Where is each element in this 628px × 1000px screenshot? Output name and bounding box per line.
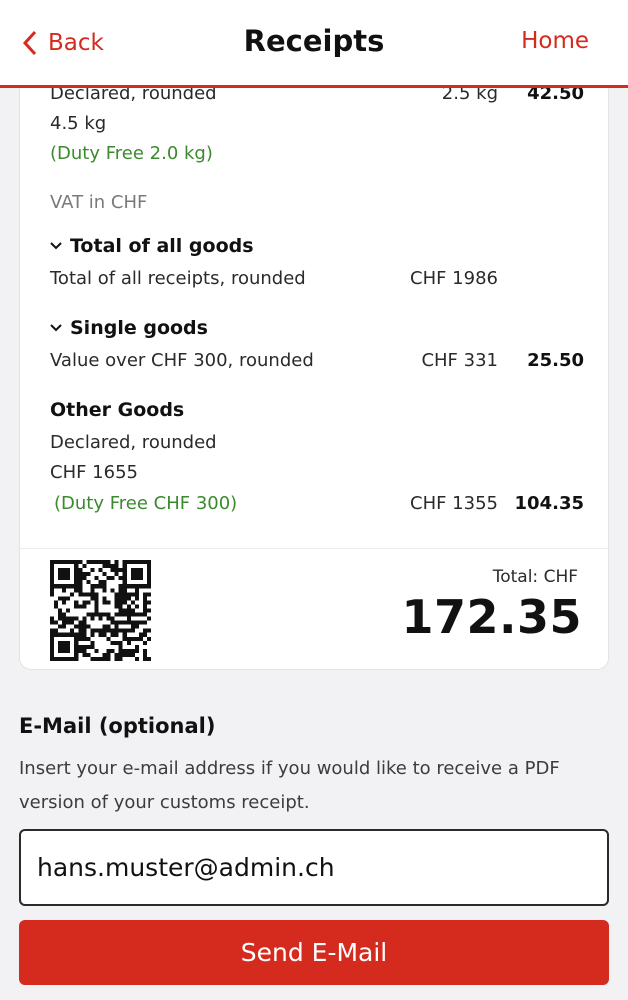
total-all-goods-toggle[interactable]: Total of all goods [50,235,254,257]
top-nav-bar: Back Receipts Home [0,0,628,88]
email-input[interactable] [19,829,609,906]
other-goods-taxable-amount: CHF 1355 [410,493,498,514]
email-heading: E-Mail (optional) [19,714,216,738]
other-goods-duty-free: (Duty Free CHF 300) [54,493,238,514]
email-help-text: Insert your e-mail address if you would … [19,758,560,813]
back-label: Back [48,30,104,56]
vat-label: VAT in CHF [50,192,148,213]
send-email-button[interactable]: Send E-Mail [19,920,609,985]
receipts-screen: Declared, rounded 2.5 kg 42.50 4.5 kg (D… [0,0,628,1000]
single-goods-label: Value over CHF 300, rounded [50,350,314,371]
single-goods-duty: 25.50 [527,350,584,371]
home-button[interactable]: Home [521,28,589,54]
single-goods-toggle[interactable]: Single goods [50,317,208,339]
receipt-divider [20,548,608,549]
total-all-goods-amount: CHF 1986 [410,268,498,289]
back-button[interactable]: Back [22,26,104,60]
other-goods-heading: Other Goods [50,399,184,421]
other-goods-declared-label: Declared, rounded [50,432,217,453]
other-goods-duty: 104.35 [514,493,584,514]
receipt-card: Declared, rounded 2.5 kg 42.50 4.5 kg (D… [19,40,609,670]
chevron-left-icon [22,30,37,56]
total-all-goods-label: Total of all receipts, rounded [50,268,306,289]
qr-code-icon [50,560,151,661]
single-goods-heading: Single goods [70,317,208,339]
chevron-down-icon [50,242,62,250]
weight-duty-free: (Duty Free 2.0 kg) [50,143,213,164]
other-goods-heading-text: Other Goods [50,399,185,421]
weight-value: 4.5 kg [50,113,107,134]
single-goods-amount: CHF 331 [421,350,498,371]
total-all-goods-heading: Total of all goods [70,235,254,257]
other-goods-declared-value: CHF 1655 [50,462,138,483]
total-value: 172.35 [401,590,582,644]
total-label: Total: CHF [492,567,578,587]
chevron-down-icon [50,324,62,332]
